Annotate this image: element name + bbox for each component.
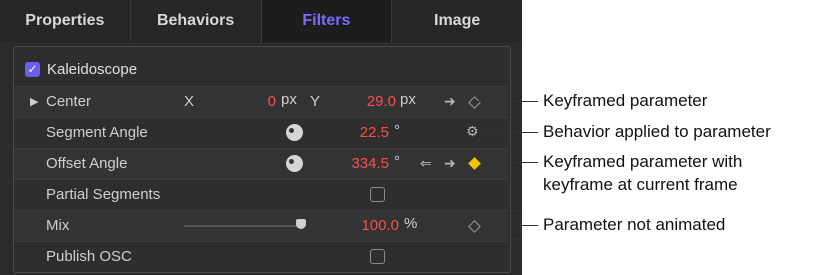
tab-bar: Properties Behaviors Filters Image xyxy=(0,0,522,42)
segment-angle-value[interactable]: 22.5 xyxy=(339,124,389,141)
y-axis-label: Y xyxy=(310,93,321,110)
center-x-value[interactable]: 0 xyxy=(254,93,276,110)
x-axis-label: X xyxy=(184,93,195,110)
filter-enable-checkbox[interactable]: ✓ xyxy=(25,62,40,77)
filter-name: Kaleidoscope xyxy=(47,61,138,78)
tab-image[interactable]: Image xyxy=(392,0,522,42)
segment-angle-unit: ° xyxy=(394,122,400,139)
callout-behavior: Behavior applied to parameter xyxy=(543,122,771,141)
previous-keyframe-icon[interactable]: ⇐ xyxy=(420,155,432,172)
param-label: Segment Angle xyxy=(46,124,148,141)
offset-angle-value[interactable]: 334.5 xyxy=(339,155,389,172)
mix-slider-track[interactable] xyxy=(184,225,304,227)
next-keyframe-icon[interactable]: ➜ xyxy=(444,155,456,172)
keyframe-diamond-icon[interactable] xyxy=(468,220,481,233)
mix-unit: % xyxy=(404,215,418,232)
param-label: Offset Angle xyxy=(46,155,128,172)
tab-filters[interactable]: Filters xyxy=(261,0,393,42)
center-x-unit: px xyxy=(281,91,297,108)
param-label: Publish OSC xyxy=(46,248,132,265)
param-row-publish-osc: Publish OSC xyxy=(14,241,508,272)
callout-keyframe-current-line1: Keyframed parameter with xyxy=(543,152,743,171)
inspector-panel: Properties Behaviors Filters Image ✓ Kal… xyxy=(0,0,522,275)
callout-line-keyframed xyxy=(478,101,538,102)
param-row-segment-angle: Segment Angle 22.5 ° ⚙ xyxy=(14,117,508,148)
tab-properties[interactable]: Properties xyxy=(0,0,131,42)
param-row-offset-angle: Offset Angle 334.5 ° ⇐ ➜ xyxy=(14,148,508,179)
partial-segments-checkbox[interactable] xyxy=(370,187,385,202)
param-label: Mix xyxy=(46,217,70,234)
callout-not-animated: Parameter not animated xyxy=(543,215,726,234)
param-label: Center xyxy=(46,93,92,110)
param-label: Partial Segments xyxy=(46,186,161,203)
param-row-partial-segments: Partial Segments xyxy=(14,179,508,210)
callout-line-behavior xyxy=(482,132,538,133)
filter-header: ✓ Kaleidoscope xyxy=(13,55,509,85)
publish-osc-checkbox[interactable] xyxy=(370,249,385,264)
param-row-center: ▶ Center X 0 px Y 29.0 px ➜ xyxy=(14,86,508,117)
keyframe-diamond-icon[interactable] xyxy=(468,157,481,170)
keyframe-diamond-icon[interactable] xyxy=(468,96,481,109)
callout-keyframe-current-line2: keyframe at current frame xyxy=(543,175,738,194)
callout-line-not-animated xyxy=(520,225,538,226)
tab-behaviors[interactable]: Behaviors xyxy=(131,0,262,42)
angle-dial-icon[interactable] xyxy=(286,155,303,172)
center-y-value[interactable]: 29.0 xyxy=(344,93,396,110)
callout-line-keyframe-current xyxy=(482,162,538,163)
callout-keyframed: Keyframed parameter xyxy=(543,91,708,110)
center-y-unit: px xyxy=(400,91,416,108)
param-row-mix: Mix 100.0 % xyxy=(14,210,508,241)
angle-dial-icon[interactable] xyxy=(286,124,303,141)
mix-value[interactable]: 100.0 xyxy=(339,217,399,234)
offset-angle-unit: ° xyxy=(394,153,400,170)
next-keyframe-icon[interactable]: ➜ xyxy=(444,93,456,110)
gear-icon[interactable]: ⚙ xyxy=(466,123,479,140)
disclosure-triangle-icon[interactable]: ▶ xyxy=(30,95,38,108)
mix-slider-thumb[interactable] xyxy=(296,219,306,229)
